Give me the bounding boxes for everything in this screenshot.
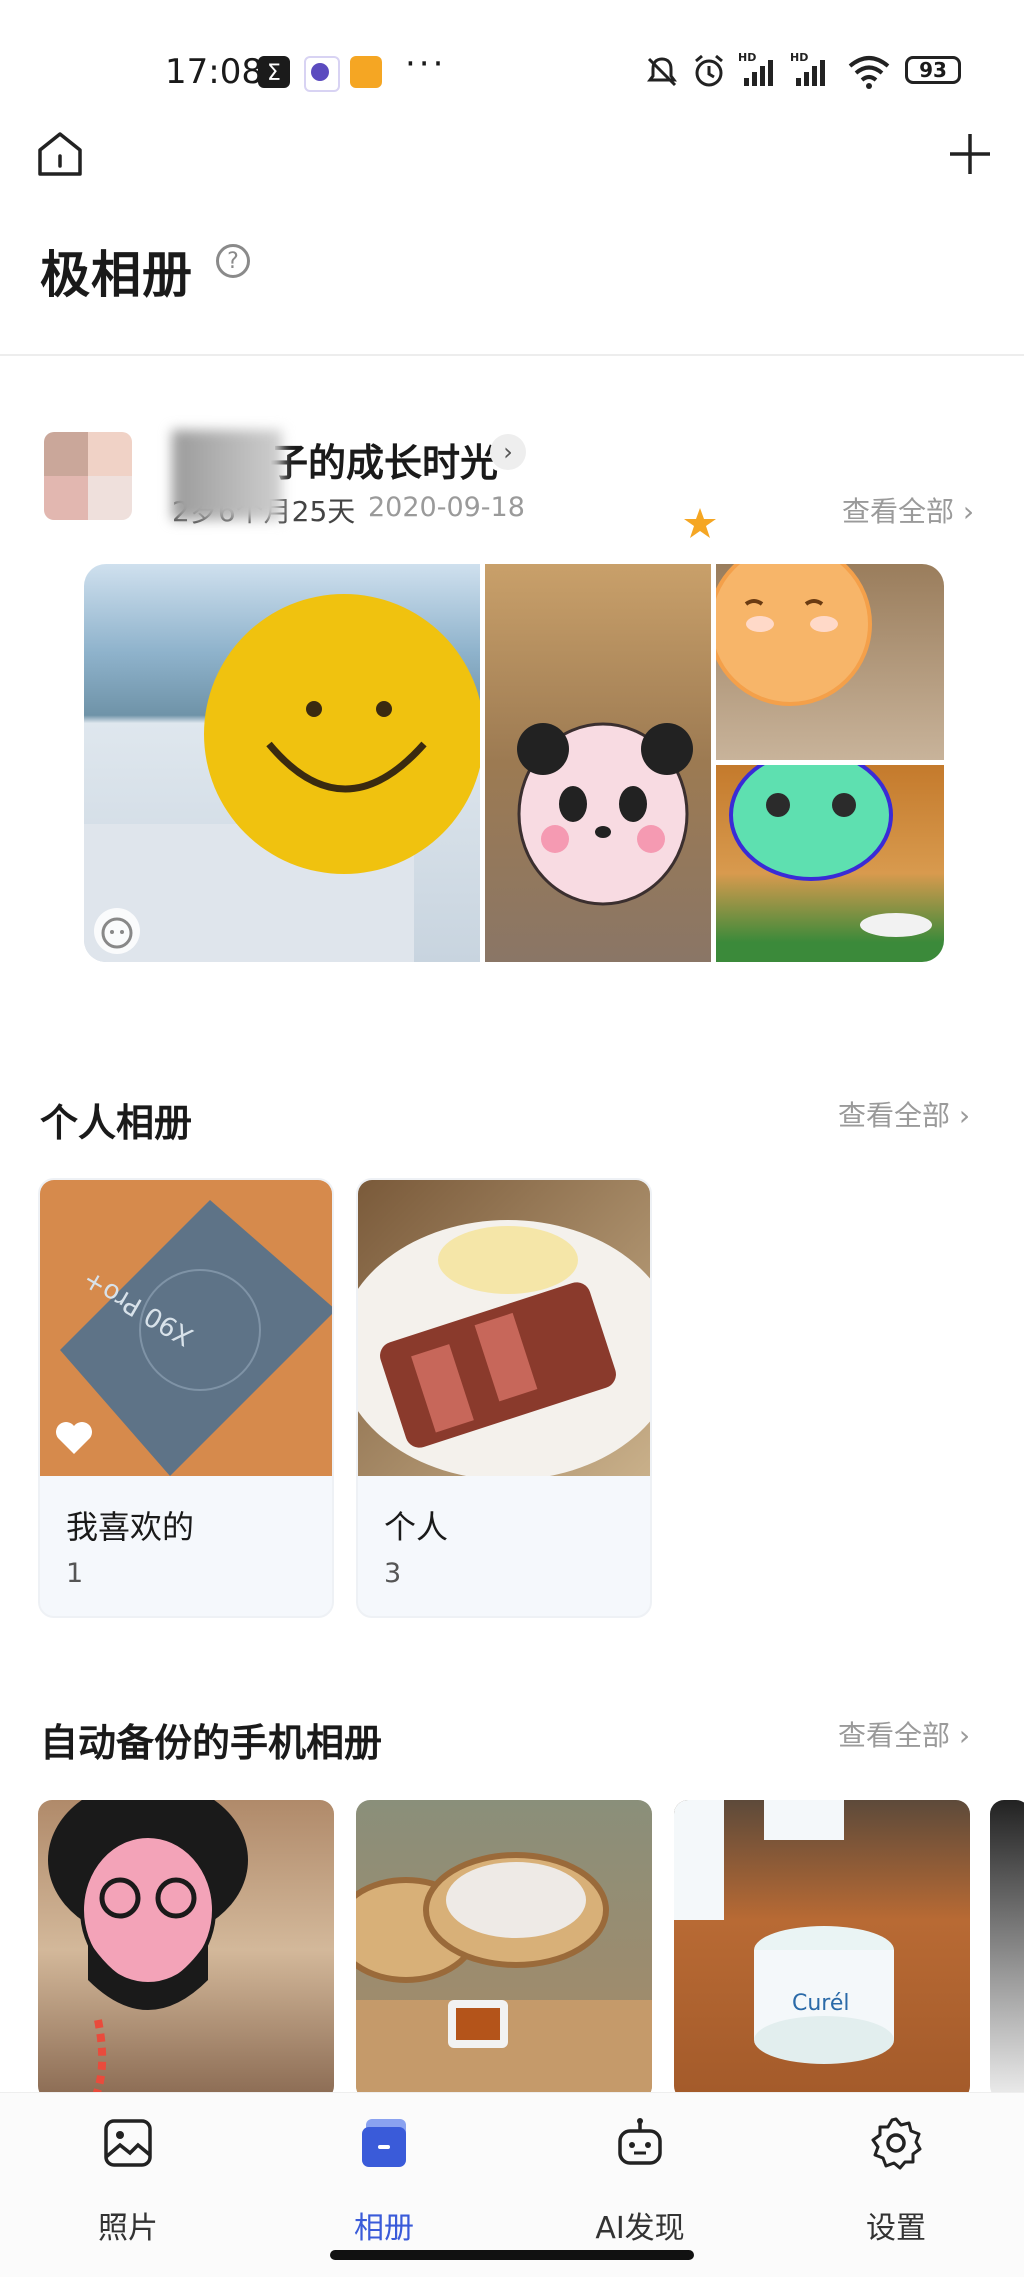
album-card-favorites[interactable]: X90 Pro+ 我喜欢的 1 — [38, 1178, 334, 1618]
svg-text:Σ: Σ — [267, 61, 281, 86]
baby-face-icon — [94, 908, 140, 954]
more-notifications-icon: ··· — [405, 44, 447, 84]
home-icon[interactable] — [34, 128, 86, 180]
nav-tab-settings[interactable]: 设置 — [768, 2093, 1024, 2277]
growth-title[interactable]: 子的成长时光 — [270, 432, 498, 487]
collage-photo-child — [716, 564, 944, 760]
growth-date: 2020-09-18 — [368, 492, 525, 523]
svg-text:HD: HD — [790, 51, 808, 64]
growth-collage[interactable] — [84, 564, 944, 962]
heart-icon — [56, 1422, 92, 1454]
header-divider — [0, 354, 1024, 356]
album-icon — [362, 2119, 406, 2167]
sigma-app-icon: Σ — [258, 56, 290, 88]
growth-see-all-link[interactable]: 查看全部 › — [842, 490, 974, 530]
home-indicator[interactable] — [330, 2250, 694, 2260]
album-cover-favorites: X90 Pro+ — [40, 1180, 332, 1476]
app-notification-icon — [304, 56, 340, 92]
signal-hd-icon: HD — [738, 51, 773, 86]
battery-indicator: 93 — [905, 56, 961, 84]
notes-app-icon — [350, 56, 382, 88]
album-card-personal[interactable]: 个人 3 — [356, 1178, 652, 1618]
nav-label: 相册 — [354, 2211, 414, 2246]
svg-text:Curél: Curél — [792, 1991, 850, 2016]
backup-albums-title: 自动备份的手机相册 — [40, 1721, 383, 1765]
add-icon[interactable] — [944, 128, 996, 180]
privacy-blur — [172, 430, 282, 520]
collage-photo-table — [716, 765, 944, 962]
nav-tab-photos[interactable]: 照片 — [0, 2093, 256, 2277]
album-name: 个人 — [384, 1508, 449, 1546]
mute-bell-icon — [647, 57, 677, 87]
personal-albums-title: 个人相册 — [40, 1101, 193, 1145]
status-bar: 17:08 Σ ··· HD HD 93 — [0, 0, 1024, 130]
collage-photo-sea — [84, 564, 480, 962]
status-time: 17:08 — [165, 52, 263, 92]
album-name: 我喜欢的 — [66, 1508, 195, 1546]
gear-icon — [871, 2117, 922, 2170]
nav-label: 设置 — [866, 2211, 926, 2246]
album-count: 3 — [384, 1558, 402, 1589]
child-avatar[interactable] — [44, 432, 132, 520]
album-cover-personal — [358, 1180, 650, 1476]
page-title: 极相册 — [40, 246, 193, 304]
svg-text:HD: HD — [738, 51, 756, 64]
backup-album-thumb-4[interactable] — [990, 1800, 1024, 2100]
chevron-right-icon[interactable]: › — [490, 434, 526, 470]
backup-album-thumb-2[interactable] — [356, 1800, 652, 2100]
backup-album-thumb-3[interactable]: Curél — [674, 1800, 970, 2100]
wifi-icon — [848, 56, 890, 89]
nav-label: 照片 — [98, 2211, 158, 2246]
signal-hd-icon-2: HD — [790, 51, 825, 86]
backup-album-thumb-1[interactable] — [38, 1800, 334, 2100]
star-sticker-icon — [684, 508, 716, 538]
photo-icon — [104, 2119, 152, 2167]
help-icon[interactable]: ? — [216, 244, 250, 278]
album-count: 1 — [66, 1558, 84, 1589]
robot-icon — [618, 2118, 662, 2165]
personal-albums-see-all-link[interactable]: 查看全部 › — [838, 1094, 970, 1134]
nav-label: AI发现 — [595, 2211, 685, 2246]
backup-albums-see-all-link[interactable]: 查看全部 › — [838, 1714, 970, 1754]
collage-photo-indoor — [485, 564, 711, 962]
alarm-icon — [695, 54, 723, 87]
